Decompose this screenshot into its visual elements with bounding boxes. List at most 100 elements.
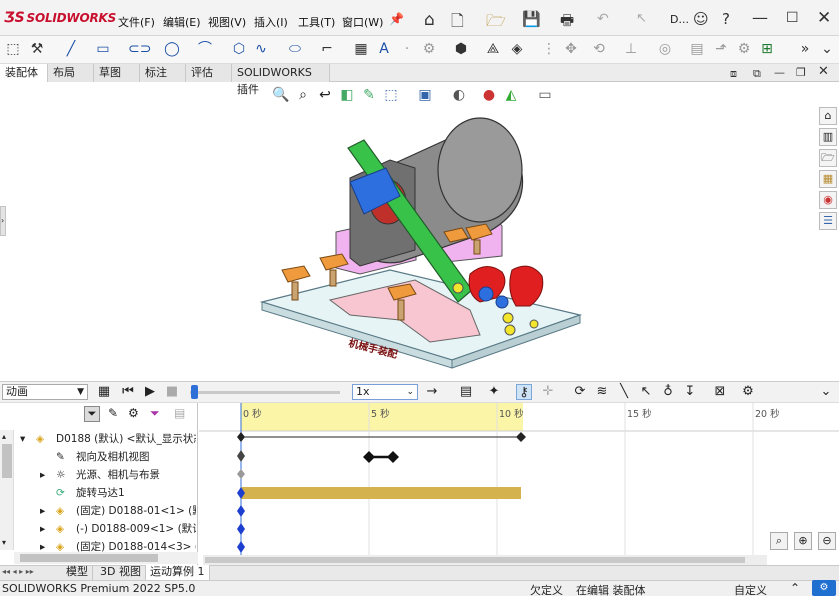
polygon-icon[interactable]: ⬡ [230, 40, 248, 58]
solidworks-resources-icon[interactable]: ⌂ [819, 107, 837, 125]
scroll-up-icon[interactable]: ▴ [2, 432, 6, 441]
filter-driving-icon[interactable]: ⚙ [128, 406, 139, 420]
study-type-dropdown[interactable]: 动画 ▼ [2, 384, 88, 400]
damper-icon[interactable]: ╲ [616, 384, 632, 400]
motion-timeline[interactable] [199, 403, 839, 565]
new-document-icon[interactable]: 🗋 [451, 10, 464, 37]
save-icon[interactable]: 💾 [522, 10, 541, 28]
file-explorer-icon[interactable]: 🗁 [819, 149, 837, 167]
playback-speed-dropdown[interactable]: 1x ⌄ [352, 384, 418, 400]
circle-icon[interactable]: ◯ [163, 40, 181, 58]
filter-icon[interactable]: ⏷ [84, 406, 100, 422]
app-logo[interactable]: ƷS SOLIDWORKS [4, 10, 116, 26]
menu-insert[interactable]: 插入(I) [254, 14, 288, 30]
text-icon[interactable]: A [375, 40, 393, 58]
add-key-icon[interactable]: ✛ [540, 384, 556, 400]
tree-row-part-014[interactable]: ▸ ◈ (固定) D0188-014<3> (默 [0, 538, 196, 552]
scroll-thumb[interactable] [2, 444, 12, 478]
app-icon[interactable]: ⚙ [812, 580, 836, 596]
stop-icon[interactable]: ■ [164, 384, 180, 400]
autokey-icon[interactable]: ⚷ [516, 384, 532, 400]
tab-assembly[interactable]: 装配体 [0, 64, 48, 82]
zoom-to-fit-icon[interactable]: 🔍 [272, 86, 290, 104]
spring-icon[interactable]: ≋ [594, 384, 610, 400]
close-icon[interactable]: ✕ [817, 8, 831, 28]
slot-icon[interactable]: ⊂⊃ [128, 40, 151, 58]
dimension-icon[interactable]: ◎ [656, 40, 674, 58]
tree-horizontal-scrollbar[interactable] [14, 552, 198, 564]
help-icon[interactable]: ? [722, 10, 730, 28]
dynamic-annotation-icon[interactable]: ✎ [360, 86, 378, 104]
tab-addins[interactable]: SOLIDWORKS 插件 [232, 64, 330, 96]
motor-icon[interactable]: ⟳ [572, 384, 588, 400]
tree-row-lights[interactable]: ▸ ☼ 光源、相机与布景 [0, 466, 196, 484]
mate-icon[interactable]: ⚙ [420, 40, 438, 58]
tab-motion-study[interactable]: 运动算例 1 [146, 565, 210, 580]
assembly-graphics-area[interactable]: 机械手装配 [240, 110, 610, 380]
zoom-in-icon[interactable]: ⊕ [794, 532, 812, 550]
save-animation-icon[interactable]: ▤ [458, 384, 474, 400]
tab-3d-view[interactable]: 3D 视图 [96, 565, 146, 580]
playback-slider-thumb[interactable] [191, 385, 198, 399]
tab-markup[interactable]: 标注 [140, 64, 186, 82]
calculate-icon[interactable]: ▦ [96, 384, 112, 400]
section-view-icon[interactable]: ◧ [338, 86, 356, 104]
make-block-icon[interactable]: ◈ [508, 40, 526, 58]
scroll-down-icon[interactable]: ▾ [2, 538, 6, 547]
pin-icon[interactable]: 📌 [389, 12, 404, 26]
play-from-start-icon[interactable]: ⏮ [120, 384, 136, 400]
edit-component-icon[interactable]: ⬚ [4, 40, 22, 58]
arc-icon[interactable]: ⌒ [196, 40, 214, 58]
playback-slider-track[interactable] [190, 391, 340, 394]
menu-view[interactable]: 视图(V) [208, 14, 246, 30]
hide-show-icon[interactable]: ◐ [450, 86, 468, 104]
tree-row-part-009[interactable]: ▸ ◈ (-) D0188-009<1> (默认 [0, 520, 196, 538]
tree-row-orientation[interactable]: ✎ 视向及相机视图 [0, 448, 196, 466]
menu-file[interactable]: 文件(F) [118, 14, 155, 30]
zoom-out-icon[interactable]: ⊖ [818, 532, 836, 550]
filter-results-icon[interactable]: ▤ [174, 406, 185, 420]
restore-icon[interactable]: ☐ [786, 10, 799, 26]
rotate-icon[interactable]: ⟲ [590, 40, 608, 58]
tab-scroll-first-icon[interactable]: ◂◂ ◂ ▸ ▸▸ [2, 567, 34, 576]
tree-expander[interactable]: ▸ [40, 520, 45, 538]
part-icon[interactable]: ⬢ [452, 40, 470, 58]
doc-minimize-icon[interactable]: — [774, 66, 785, 79]
display-style-icon[interactable]: ▣ [416, 86, 434, 104]
block-icon[interactable]: ⟁ [484, 40, 502, 58]
relations-icon[interactable]: ⊥ [622, 40, 640, 58]
insert-component-icon[interactable]: ⚒ [28, 40, 46, 58]
select-arrow-icon[interactable]: ↖ [636, 11, 647, 26]
tab-evaluate[interactable]: 评估 [186, 64, 232, 82]
tree-row-motor[interactable]: ⟳ 旋转马达1 [0, 484, 196, 502]
tree-expander[interactable]: ▸ [40, 538, 45, 552]
view-palette-icon[interactable]: ▦ [819, 170, 837, 188]
undo-icon[interactable]: ↶ [597, 11, 609, 27]
appearance-icon[interactable]: ● [480, 86, 498, 104]
view-settings-icon[interactable]: ▭ [536, 86, 554, 104]
collapse-motion-manager-icon[interactable]: ⌄ [818, 384, 834, 400]
animation-wizard-icon[interactable]: ✦ [486, 384, 502, 400]
tree-expander[interactable]: ▸ [40, 502, 45, 520]
contact-icon[interactable]: ♁ [660, 384, 676, 400]
excel-icon[interactable]: ⊞ [758, 40, 776, 58]
hatch-icon[interactable]: ▦ [352, 40, 370, 58]
tab-layout[interactable]: 布局 [48, 64, 94, 82]
custom-properties-icon[interactable]: ☰ [819, 212, 837, 230]
playback-mode-icon[interactable]: → [424, 384, 440, 400]
gravity-icon[interactable]: ↧ [682, 384, 698, 400]
tree-vertical-scrollbar[interactable]: ▴ ▾ [0, 430, 14, 550]
zoom-area-icon[interactable]: ⌕ [294, 86, 312, 104]
line-icon[interactable]: ╱ [62, 40, 80, 58]
zoom-to-fit-icon[interactable]: ⌕ [770, 532, 788, 550]
play-icon[interactable]: ▶ [142, 384, 158, 400]
filter-selected-icon[interactable]: ⏷ [150, 406, 160, 421]
menu-window[interactable]: 窗口(W) [342, 14, 383, 30]
menu-tools[interactable]: 工具(T) [298, 14, 335, 30]
doc-restore-icon[interactable]: ❐ [796, 66, 806, 79]
user-account-icon[interactable]: ☺ [693, 10, 709, 28]
settings-dim-icon[interactable]: ⚙ [735, 40, 753, 58]
appearances-scenes-icon[interactable]: ◉ [819, 191, 837, 209]
feature-tree-collapse-handle[interactable]: › [0, 206, 6, 236]
filter-animated-icon[interactable]: ✎ [108, 406, 118, 420]
